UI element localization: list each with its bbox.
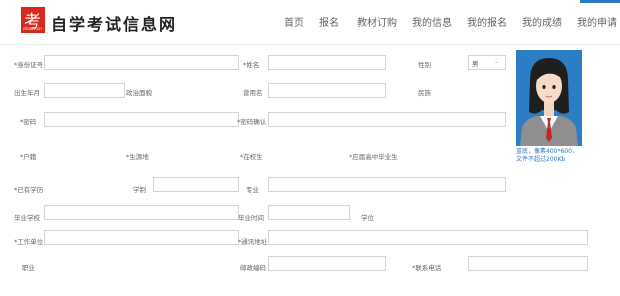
degree-system-label: 学制: [133, 186, 146, 194]
top-navigation-bar: 考 zikaoe.cn 自学考试信息网 首页 报名 教材订购 我的信息 我的报名…: [0, 0, 620, 45]
address-input[interactable]: [268, 230, 588, 245]
password-label: *密码: [20, 118, 37, 126]
occupation-label: 职业: [22, 264, 35, 272]
address-label: *通讯地址: [238, 238, 268, 246]
nav-home[interactable]: 首页: [284, 14, 304, 29]
nav-my-info[interactable]: 我的信息: [412, 14, 452, 29]
former-name-input[interactable]: [268, 83, 386, 98]
highschool-graduate-label: *应届高中毕业生: [349, 153, 398, 161]
site-title[interactable]: 自学考试信息网: [51, 11, 177, 35]
nav-my-registration[interactable]: 我的报名: [467, 14, 507, 29]
graduated-school-label: 毕业学校: [14, 214, 40, 222]
education-label: *已有学历: [14, 186, 44, 194]
ethnicity-label: 民族: [418, 89, 431, 97]
accent-stripe: [580, 0, 620, 3]
employer-input[interactable]: [44, 230, 239, 245]
origin-label: *生源地: [126, 153, 149, 161]
political-status-label: 政治面貌: [126, 89, 152, 97]
nav-textbook-order[interactable]: 教材订购: [357, 14, 397, 29]
id-number-input[interactable]: [44, 55, 239, 70]
logo-domain: zikaoe.cn: [23, 26, 42, 31]
id-photo-placeholder[interactable]: [516, 50, 582, 146]
id-number-label: *身份证号: [14, 61, 44, 69]
gender-label: 性别: [418, 61, 431, 69]
gender-select[interactable]: 男 ⌄: [468, 55, 506, 70]
password-input[interactable]: [44, 112, 239, 127]
gender-value: 男: [472, 60, 479, 68]
photo-requirement-note: 蓝底，像素400*600， 文件不超过200Kb: [516, 148, 596, 164]
photo-note-line2: 文件不超过200Kb: [516, 156, 566, 163]
graduation-date-label: 毕业时间: [238, 214, 264, 222]
name-input[interactable]: [268, 55, 386, 70]
nav-register[interactable]: 报名: [319, 14, 339, 29]
nav-my-applications[interactable]: 我的申请: [577, 14, 617, 29]
degree-system-input[interactable]: [153, 177, 239, 192]
name-label: *姓名: [243, 61, 260, 69]
chevron-down-icon: ⌄: [493, 58, 499, 65]
academic-degree-label: 学位: [361, 214, 374, 222]
former-name-label: 曾用名: [243, 89, 263, 97]
photo-note-line1: 蓝底，像素400*600，: [516, 148, 578, 155]
hukou-label: *户籍: [20, 153, 37, 161]
major-input[interactable]: [268, 177, 506, 192]
password-confirm-input[interactable]: [268, 112, 506, 127]
birth-date-input[interactable]: [44, 83, 125, 98]
postcode-label: 邮政编码: [240, 264, 266, 272]
password-confirm-label: *密码确认: [237, 118, 267, 126]
nav-my-scores[interactable]: 我的成绩: [522, 14, 562, 29]
birth-date-label: 出生年月: [14, 89, 40, 97]
employer-label: *工作单位: [14, 238, 44, 246]
phone-input[interactable]: [468, 256, 588, 271]
postcode-input[interactable]: [268, 256, 386, 271]
phone-label: *联系电话: [412, 264, 442, 272]
avatar-icon: [520, 58, 578, 146]
major-label: 专业: [246, 186, 259, 194]
site-logo-icon[interactable]: 考 zikaoe.cn: [21, 7, 45, 33]
current-student-label: *在校生: [240, 153, 263, 161]
graduated-school-input[interactable]: [44, 205, 239, 220]
graduation-date-input[interactable]: [268, 205, 350, 220]
